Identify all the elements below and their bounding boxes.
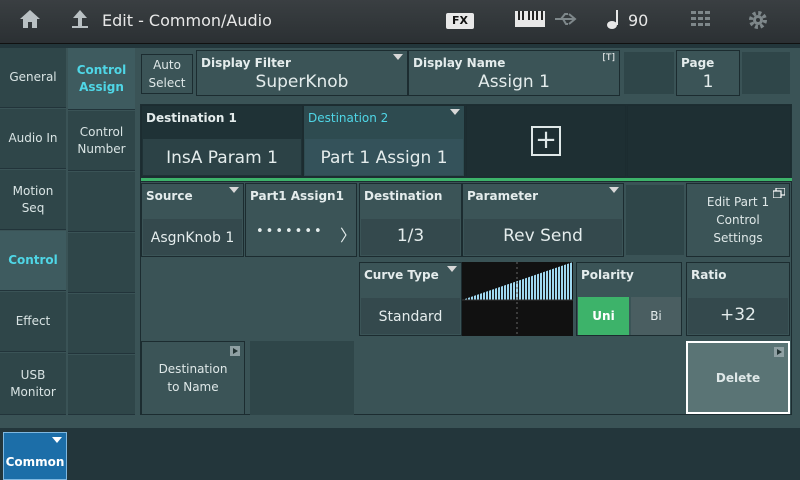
play-icon [230,346,240,356]
dropdown-icon [447,266,457,272]
blank-panel [624,52,674,94]
dropdown-icon [229,187,239,193]
window-icon [773,188,785,198]
parameter-field[interactable]: Parameter Rev Send [462,183,624,257]
tab-control[interactable]: Control [0,231,66,291]
add-destination-button[interactable]: + [466,105,626,177]
gear-icon[interactable] [746,8,770,39]
page-title: Edit - Common/Audio [102,11,272,30]
display-name-field[interactable]: Display Name [T] Assign 1 [408,50,620,96]
note-icon [606,8,620,37]
source-field[interactable]: Source AsgnKnob 1 [141,183,244,257]
destination-empty-slot [627,105,791,177]
usb-icon [553,8,579,36]
delete-button[interactable]: Delete [686,341,790,414]
destination-2-tab[interactable]: Destination 2 Part 1 Assign 1 [303,105,465,177]
fx-badge: FX [446,13,474,29]
part-assign-field: Part1 Assign1 ••••••• 〉 [245,183,357,257]
subtab-control-assign[interactable]: Control Assign [68,48,135,110]
subtab-empty-3 [68,294,135,354]
polarity-uni-button[interactable]: Uni [578,297,629,335]
dropdown-icon [393,54,403,60]
display-filter-field[interactable]: Display Filter SuperKnob [196,50,408,96]
page-field[interactable]: Page 1 [676,50,740,96]
play-icon [774,347,784,357]
curve-type-field[interactable]: Curve Type Standard [359,262,462,336]
destination-1-tab[interactable]: Destination 1 InsA Param 1 [141,105,303,177]
ratio-field[interactable]: Ratio +32 [686,262,790,336]
common-part-tab[interactable]: Common [3,432,67,480]
destination-number-field[interactable]: Destination 1/3 [359,183,462,257]
blank-panel-right [742,52,790,94]
subtab-empty-2 [68,233,135,293]
text-edit-icon: [T] [602,53,615,63]
tab-motion-seq[interactable]: Motion Seq [0,170,66,230]
home-icon[interactable] [18,8,42,37]
tab-audio-in[interactable]: Audio In [0,109,66,169]
keyboard-icon [515,8,545,36]
dropdown-icon [52,437,62,443]
edit-part-control-settings-button[interactable]: Edit Part 1 Control Settings [686,183,790,257]
polarity-field: Polarity Uni Bi [576,262,682,336]
destination-to-name-button[interactable]: Destination to Name [141,341,245,415]
plus-icon: + [531,126,561,156]
dropdown-icon [450,109,460,115]
back-arrow-icon[interactable] [70,8,90,37]
blank-slot [626,185,684,255]
auto-select-button[interactable]: Auto Select [141,54,193,94]
dots-indicator: ••••••• [256,224,324,239]
blank-slot-2 [250,341,354,415]
tab-general[interactable]: General [0,48,66,108]
top-bar: Edit - Common/Audio FX 90 [0,0,800,44]
tempo-value[interactable]: 90 [628,11,648,30]
subtab-empty-1 [68,172,135,232]
chevron-right-icon: 〉 [340,226,357,245]
subtab-control-number[interactable]: Control Number [68,111,135,171]
subtab-empty-4 [68,355,135,415]
tab-effect[interactable]: Effect [0,292,66,352]
curve-graph [462,262,573,336]
grid-icon[interactable] [690,8,716,36]
tab-usb-monitor[interactable]: USB Monitor [0,353,66,415]
dropdown-icon [609,187,619,193]
polarity-bi-button[interactable]: Bi [631,297,681,335]
